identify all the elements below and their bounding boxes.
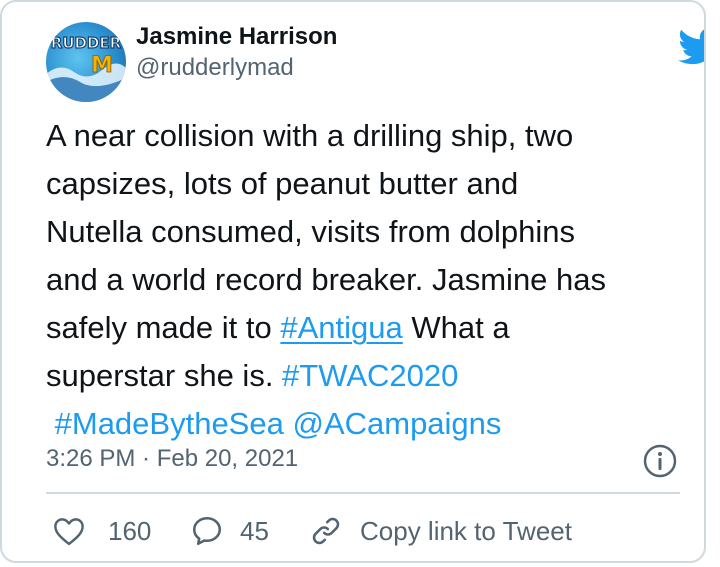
tweet-text-segment: superstar she is. [46, 358, 283, 393]
like-count: 160 [108, 515, 152, 546]
tweet-line: capsizes, lots of peanut butter and [46, 160, 686, 208]
tweet-header: RUDDER M Jasmine Harrison @rudderlymad [46, 16, 704, 102]
tweet-text: A near collision with a drilling ship, t… [46, 112, 686, 448]
rudderly-mad-logo: RUDDER M [46, 33, 126, 102]
hashtag-link-madebythesea[interactable]: #MadeBytheSea [55, 406, 284, 441]
tweet-line: superstar she is. #TWAC2020 [46, 352, 686, 400]
tweet-line: A near collision with a drilling ship, t… [46, 112, 686, 160]
display-name[interactable]: Jasmine Harrison [136, 22, 337, 52]
copy-link-button[interactable]: Copy link to Tweet [310, 508, 572, 554]
twitter-bird-icon[interactable] [678, 28, 704, 66]
tweet-text-segment: What a [402, 310, 510, 345]
tweet-card[interactable]: RUDDER M Jasmine Harrison @rudderlymad A… [0, 0, 706, 563]
link-icon [312, 517, 340, 545]
tweet-text-segment: A near collision with a drilling ship, t… [46, 118, 574, 153]
svg-text:RUDDER: RUDDER [51, 34, 122, 52]
reply-bubble-icon [192, 516, 222, 546]
copy-link-label: Copy link to Tweet [360, 515, 572, 546]
reply-count: 45 [240, 515, 269, 546]
tweet-text-segment: Nutella consumed, visits from dolphins [46, 214, 575, 249]
avatar[interactable]: RUDDER M [46, 22, 126, 102]
divider [46, 492, 680, 494]
mention-link-acampaigns[interactable]: @ACampaigns [292, 406, 501, 441]
tweet-text-segment [46, 406, 55, 441]
user-handle[interactable]: @rudderlymad [136, 52, 337, 84]
tweet-text-segment: and a world record breaker. Jasmine has [46, 262, 607, 297]
hashtag-link-twac2020[interactable]: #TWAC2020 [282, 358, 458, 393]
info-icon[interactable] [642, 443, 678, 479]
tweet-line: safely made it to #Antigua What a [46, 304, 686, 352]
tweet-text-segment: capsizes, lots of peanut butter and [46, 166, 519, 201]
tweet-line: and a world record breaker. Jasmine has [46, 256, 686, 304]
tweet-timestamp[interactable]: 3:26 PM · Feb 20, 2021 [46, 439, 298, 479]
svg-text:M: M [91, 53, 113, 78]
hashtag-link-antigua[interactable]: #Antigua [280, 310, 402, 345]
reply-button[interactable]: 45 [190, 508, 269, 554]
tweet-text-segment: safely made it to [46, 310, 281, 345]
tweet-actions: 160 45 Copy link to Tweet [46, 508, 686, 554]
user-info[interactable]: Jasmine Harrison @rudderlymad [136, 22, 337, 84]
tweet-line: Nutella consumed, visits from dolphins [46, 208, 686, 256]
heart-icon [54, 518, 84, 546]
like-button[interactable]: 160 [52, 508, 151, 554]
